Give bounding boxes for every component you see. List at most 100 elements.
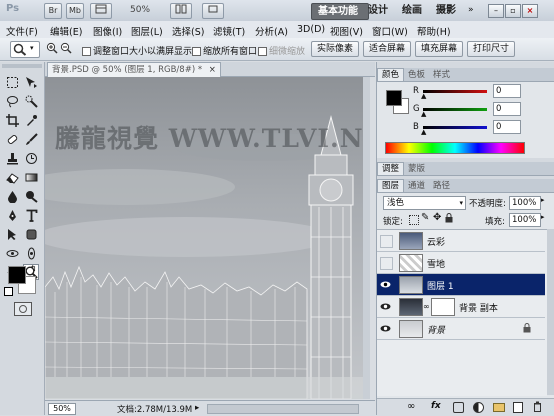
workspace-photography[interactable]: 摄影 <box>430 3 462 18</box>
r-slider-thumb-icon[interactable]: ▲ <box>421 92 426 100</box>
3d-camera-tool-icon[interactable] <box>23 245 39 261</box>
layer-row-background[interactable]: 背景 <box>377 318 545 340</box>
group-icon[interactable] <box>493 403 505 412</box>
opacity-slider-icon[interactable]: ▸ <box>541 196 545 204</box>
close-icon[interactable]: × <box>522 4 538 18</box>
eye-icon[interactable] <box>380 301 391 312</box>
link-icon[interactable]: ∞ <box>407 401 415 412</box>
layer-row-snow[interactable]: 雪地 <box>377 252 545 274</box>
lock-all-icon[interactable] <box>445 213 453 223</box>
quick-selection-tool-icon[interactable] <box>23 93 39 109</box>
g-value-field[interactable]: 0 <box>493 102 521 116</box>
type-tool-icon[interactable] <box>23 207 39 223</box>
visibility-toggle-empty[interactable] <box>380 257 393 270</box>
restore-icon[interactable]: ▫ <box>505 4 521 18</box>
workspace-painting[interactable]: 绘画 <box>396 3 428 18</box>
tab-paths[interactable]: 路径 <box>429 180 454 192</box>
minimize-icon[interactable]: – <box>488 4 504 18</box>
resize-windows-checkbox[interactable]: 调整窗口大小以满屏显示 <box>82 44 192 57</box>
b-value-field[interactable]: 0 <box>493 120 521 134</box>
screen-mode-button[interactable] <box>202 3 224 19</box>
tool-preset-picker[interactable]: ▾ <box>10 41 40 58</box>
menu-view[interactable]: 视图(V) <box>330 24 363 38</box>
new-layer-icon[interactable] <box>513 402 523 413</box>
r-value-field[interactable]: 0 <box>493 84 521 98</box>
adjustment-icon[interactable] <box>473 402 484 413</box>
history-brush-tool-icon[interactable] <box>23 150 39 166</box>
menu-edit[interactable]: 编辑(E) <box>50 24 82 38</box>
marquee-tool-icon[interactable] <box>4 74 20 90</box>
color-panel-foreground-swatch-front[interactable] <box>386 90 402 106</box>
menu-help[interactable]: 帮助(H) <box>417 24 451 38</box>
gradient-tool-icon[interactable] <box>23 169 39 185</box>
eye-icon[interactable] <box>380 323 391 334</box>
brush-tool-icon[interactable] <box>23 131 39 147</box>
lock-position-icon[interactable]: ✥ <box>433 212 441 223</box>
lock-transparent-icon[interactable] <box>409 215 419 225</box>
opacity-field[interactable]: 100% <box>509 196 541 210</box>
close-document-icon[interactable]: × <box>209 65 216 75</box>
g-slider-thumb-icon[interactable]: ▲ <box>421 110 426 118</box>
b-slider-thumb-icon[interactable]: ▲ <box>421 128 426 136</box>
lock-pixels-icon[interactable]: ✎ <box>421 212 429 223</box>
tab-swatches[interactable]: 色板 <box>404 69 429 81</box>
scrubby-zoom-checkbox[interactable]: 细微缩放 <box>258 44 305 57</box>
menu-analysis[interactable]: 分析(A) <box>255 24 288 38</box>
move-tool-icon[interactable] <box>23 74 39 90</box>
trash-icon[interactable] <box>533 401 542 415</box>
swap-colors-icon[interactable]: ↰ <box>30 264 37 273</box>
document-canvas[interactable]: 騰龍視覺 WWW.TLVI.NET <box>45 77 370 399</box>
lasso-tool-icon[interactable] <box>4 93 20 109</box>
shape-tool-icon[interactable] <box>23 226 39 242</box>
b-slider[interactable] <box>423 126 487 129</box>
default-colors-icon[interactable] <box>4 287 13 296</box>
eyedropper-tool-icon[interactable] <box>23 112 39 128</box>
crop-tool-icon[interactable] <box>4 112 20 128</box>
zoom-in-icon[interactable] <box>46 42 58 57</box>
3d-rotate-tool-icon[interactable] <box>4 245 20 261</box>
fill-field[interactable]: 100% <box>509 213 541 227</box>
fill-screen-button[interactable]: 填充屏幕 <box>415 41 464 57</box>
blend-mode-select[interactable]: 浅色 ▾ <box>383 196 466 210</box>
fill-slider-icon[interactable]: ▸ <box>541 213 545 221</box>
eraser-tool-icon[interactable] <box>4 169 20 185</box>
tab-masks[interactable]: 蒙版 <box>404 163 429 175</box>
horizontal-scrollbar[interactable] <box>207 404 359 414</box>
fx-icon[interactable]: fx <box>431 401 441 411</box>
mask-icon[interactable] <box>453 402 464 413</box>
bridge-button[interactable]: Br <box>44 3 62 19</box>
zoom-level-field[interactable]: 50% <box>48 403 76 415</box>
workspace-basic[interactable]: 基本功能 <box>311 3 369 20</box>
view-extras-button[interactable] <box>90 3 112 19</box>
visibility-toggle-empty[interactable] <box>380 235 393 248</box>
foreground-color-swatch-front[interactable] <box>8 266 26 284</box>
path-selection-tool-icon[interactable] <box>4 226 20 242</box>
healing-brush-tool-icon[interactable] <box>4 131 20 147</box>
menu-image[interactable]: 图像(I) <box>93 24 122 38</box>
quick-mask-icon[interactable] <box>14 302 32 316</box>
fit-screen-button[interactable]: 适合屏幕 <box>363 41 412 57</box>
print-size-button[interactable]: 打印尺寸 <box>467 41 516 57</box>
clone-stamp-tool-icon[interactable] <box>4 150 20 166</box>
workspace-design[interactable]: 设计 <box>362 3 394 18</box>
color-ramp[interactable] <box>385 142 525 154</box>
dodge-tool-icon[interactable] <box>23 188 39 204</box>
tab-layers[interactable]: 图层 <box>377 179 405 192</box>
tools-panel-header[interactable] <box>2 64 42 68</box>
document-tab[interactable]: 背景.PSD @ 50% (图层 1, RGB/8#) * × <box>47 62 221 77</box>
menu-window[interactable]: 窗口(W) <box>372 24 408 38</box>
tab-color[interactable]: 颜色 <box>377 68 405 81</box>
workspace-menu-icon[interactable]: » <box>468 5 474 15</box>
eye-icon[interactable] <box>380 279 391 290</box>
layer-row-layer-1[interactable]: 图层 1 <box>377 274 545 296</box>
arrange-documents-button[interactable] <box>170 3 192 19</box>
r-slider[interactable] <box>423 90 487 93</box>
tab-adjustments[interactable]: 调整 <box>377 162 405 175</box>
menu-layer[interactable]: 图层(L) <box>131 24 163 38</box>
zoom-out-icon[interactable] <box>60 42 72 57</box>
vertical-scrollbar[interactable] <box>363 77 370 399</box>
menu-filter[interactable]: 滤镜(T) <box>213 24 245 38</box>
status-menu-icon[interactable]: ▸ <box>195 403 199 413</box>
layer-row-clouds[interactable]: 云彩 <box>377 230 545 252</box>
menu-select[interactable]: 选择(S) <box>172 24 204 38</box>
